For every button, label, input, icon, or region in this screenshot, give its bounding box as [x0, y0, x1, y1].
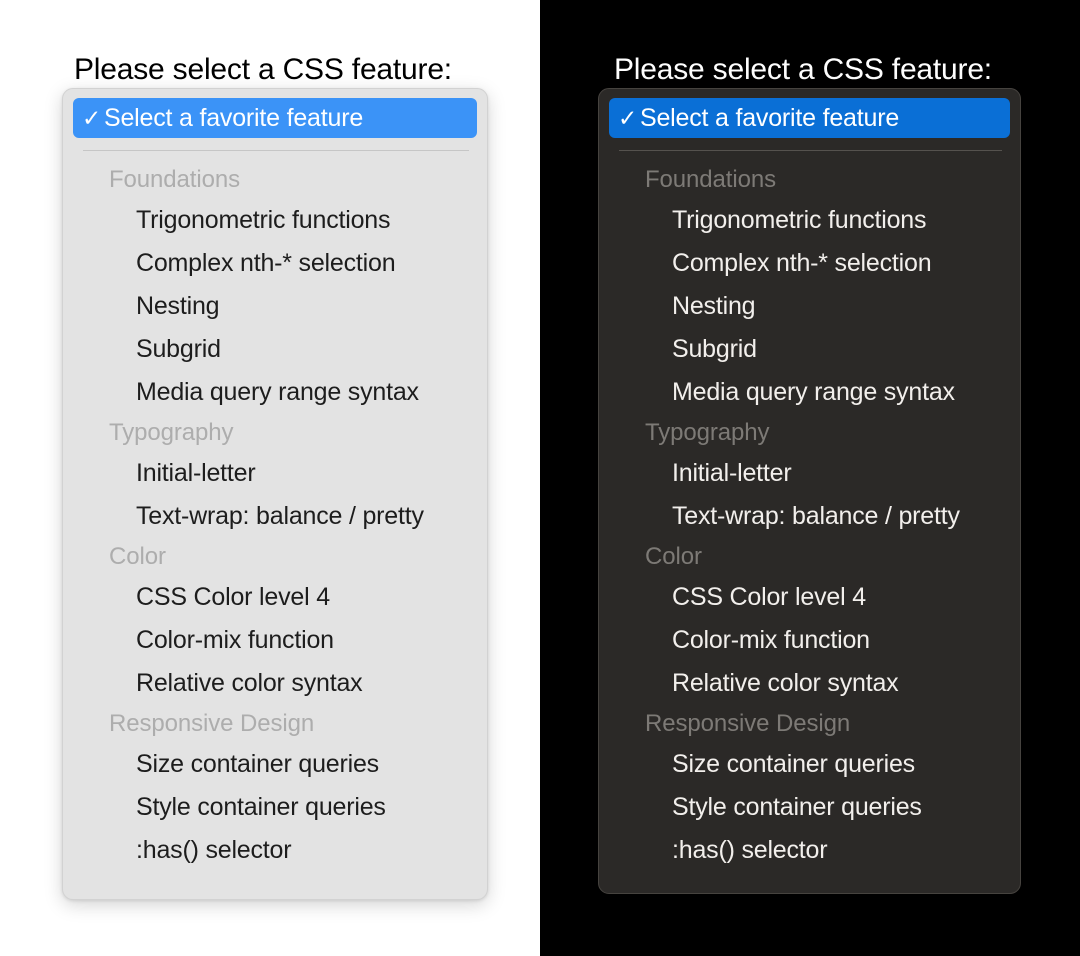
dropdown-option[interactable]: Color-mix function [599, 619, 1020, 662]
checkmark-icon: ✓ [618, 104, 638, 131]
dropdown-option[interactable]: Text-wrap: balance / pretty [599, 495, 1020, 538]
dropdown-separator [83, 150, 469, 151]
option-group-label: Responsive Design [109, 710, 315, 737]
dropdown-option[interactable]: Size container queries [599, 743, 1020, 786]
dropdown-option[interactable]: :has() selector [63, 829, 487, 872]
option-group-label: Color [109, 543, 166, 570]
option-group-label: Typography [109, 419, 234, 446]
selected-option-label: Select a favorite feature [104, 103, 364, 132]
option-group-label: Responsive Design [645, 710, 851, 737]
dropdown-option[interactable]: Text-wrap: balance / pretty [63, 495, 487, 538]
dropdown-option[interactable]: Media query range syntax [599, 371, 1020, 414]
dropdown-option[interactable]: Trigonometric functions [63, 199, 487, 242]
option-group-label: Color [645, 543, 702, 570]
dropdown-option[interactable]: Relative color syntax [63, 662, 487, 705]
dropdown-option[interactable]: Size container queries [63, 743, 487, 786]
dropdown-option[interactable]: Relative color syntax [599, 662, 1020, 705]
dropdown-option[interactable]: Trigonometric functions [599, 199, 1020, 242]
dropdown-option[interactable]: Subgrid [63, 328, 487, 371]
dropdown-option[interactable]: CSS Color level 4 [63, 576, 487, 619]
dropdown-option[interactable]: Style container queries [599, 786, 1020, 829]
select-dropdown-dark[interactable]: ✓ Select a favorite feature Foundations T… [598, 88, 1021, 894]
dropdown-option[interactable]: Complex nth-* selection [599, 242, 1020, 285]
selected-option-row[interactable]: ✓ Select a favorite feature [73, 98, 477, 138]
dark-theme-panel: Please select a CSS feature: ✓ Select a … [540, 0, 1080, 956]
dropdown-option[interactable]: Nesting [599, 285, 1020, 328]
option-group-label: Foundations [109, 166, 240, 193]
dropdown-option[interactable]: Complex nth-* selection [63, 242, 487, 285]
light-theme-panel: Please select a CSS feature: ✓ Select a … [0, 0, 540, 956]
dropdown-option[interactable]: :has() selector [599, 829, 1020, 872]
option-groups-dark: Foundations Trigonometric functions Comple… [599, 161, 1020, 872]
select-dropdown-light[interactable]: ✓ Select a favorite feature Foundations T… [62, 88, 488, 900]
option-group-label: Typography [645, 419, 770, 446]
page-title: Please select a CSS feature: [74, 53, 452, 86]
page-title: Please select a CSS feature: [614, 53, 992, 86]
dropdown-option[interactable]: Subgrid [599, 328, 1020, 371]
selected-option-row[interactable]: ✓ Select a favorite feature [609, 98, 1010, 138]
theme-comparison-stage: Please select a CSS feature: ✓ Select a … [0, 0, 1080, 956]
dropdown-option[interactable]: Style container queries [63, 786, 487, 829]
dropdown-option[interactable]: Initial-letter [63, 452, 487, 495]
option-group-label: Foundations [645, 166, 776, 193]
selected-option-label: Select a favorite feature [640, 103, 900, 132]
dropdown-option[interactable]: Color-mix function [63, 619, 487, 662]
dropdown-option[interactable]: Media query range syntax [63, 371, 487, 414]
dropdown-separator [619, 150, 1002, 151]
dropdown-option[interactable]: Initial-letter [599, 452, 1020, 495]
dropdown-option[interactable]: Nesting [63, 285, 487, 328]
checkmark-icon: ✓ [82, 104, 102, 131]
option-groups-light: Foundations Trigonometric functions Comple… [63, 161, 487, 872]
dropdown-option[interactable]: CSS Color level 4 [599, 576, 1020, 619]
